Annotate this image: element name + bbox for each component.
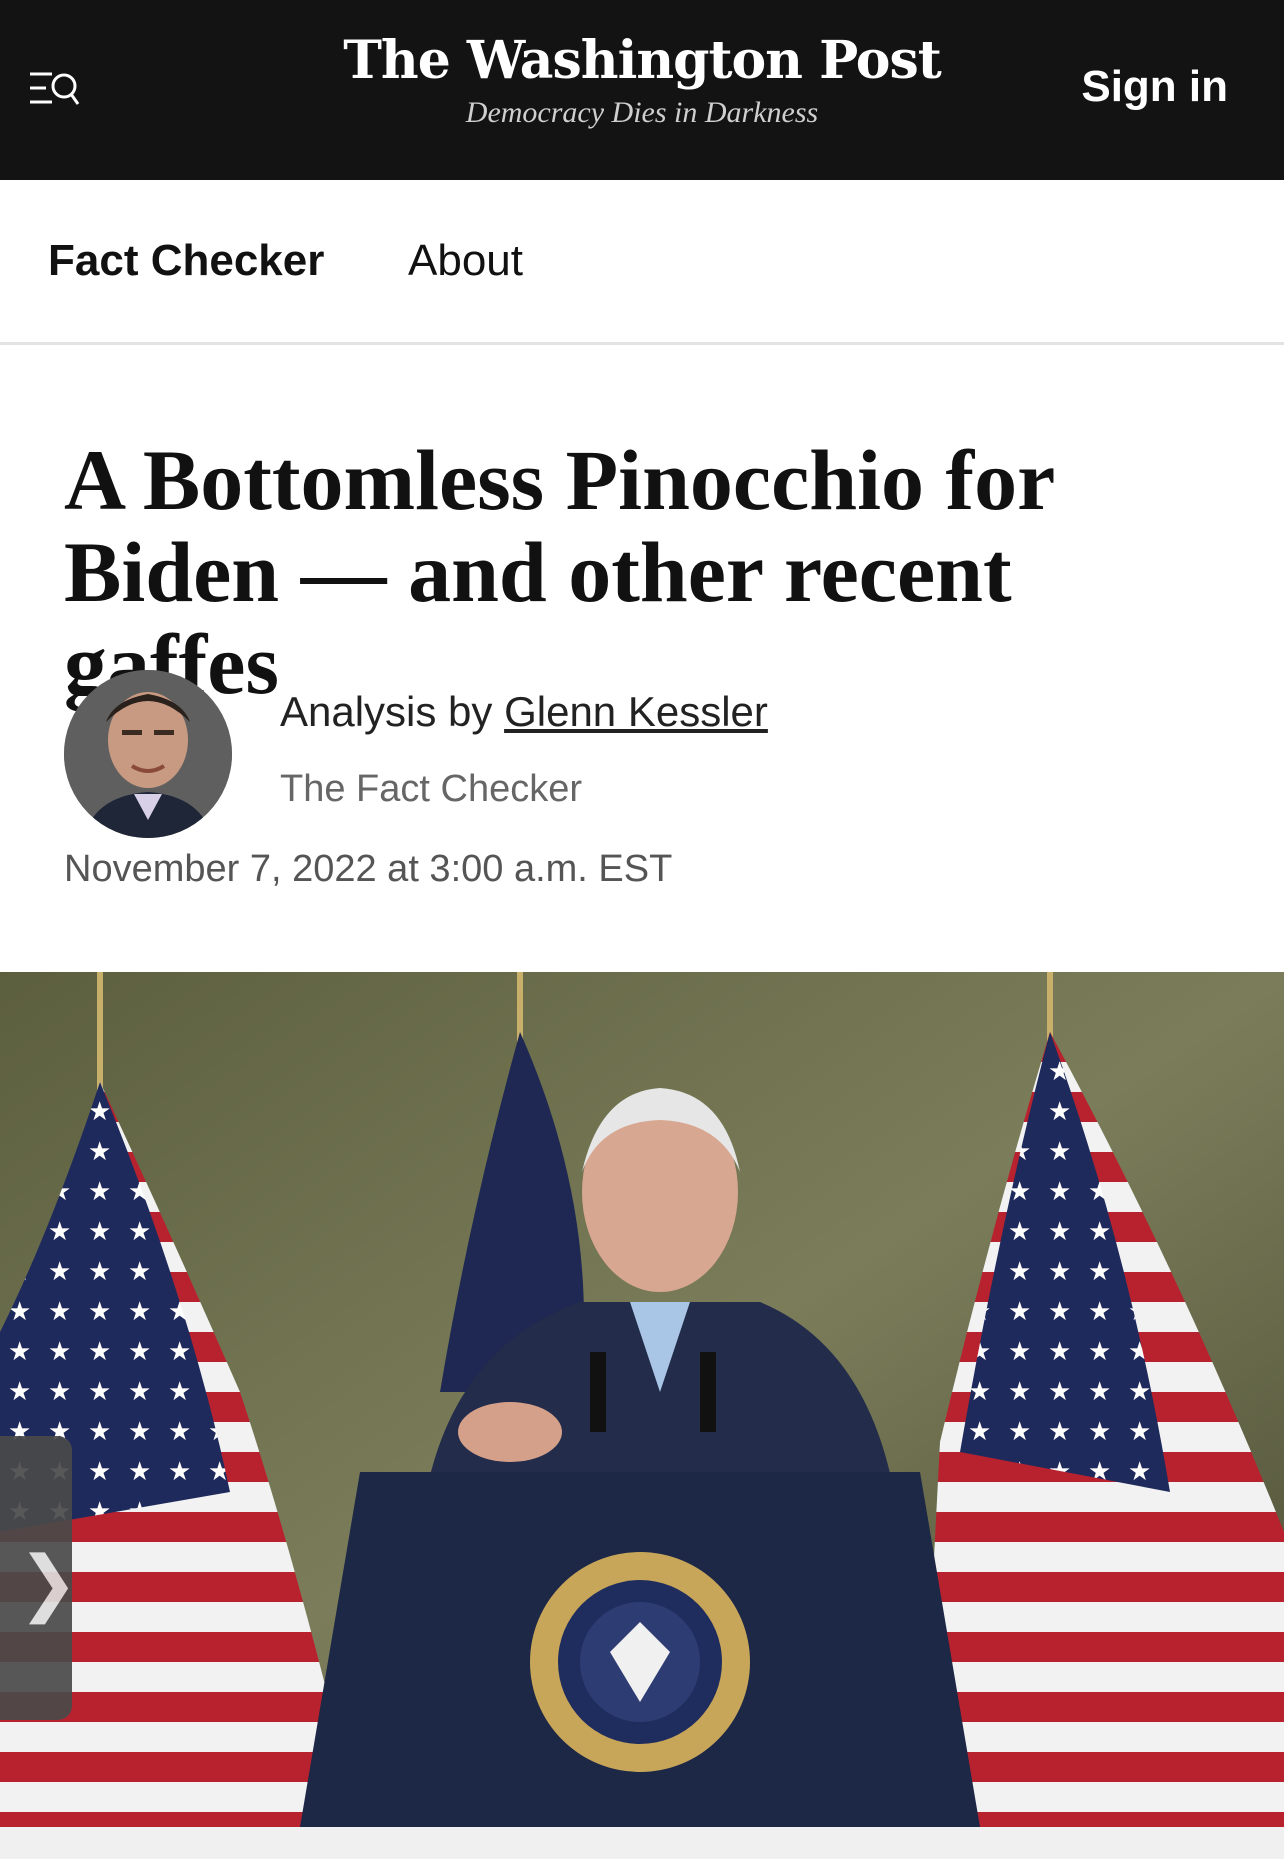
top-navigation-bar: The Washington Post Democracy Dies in Da… bbox=[0, 0, 1284, 180]
byline-prefix: Analysis by bbox=[280, 688, 493, 735]
column-name[interactable]: The Fact Checker bbox=[280, 768, 582, 811]
site-logo[interactable]: The Washington Post bbox=[340, 30, 944, 92]
masthead[interactable]: The Washington Post Democracy Dies in Da… bbox=[340, 30, 944, 130]
menu-search-icon[interactable] bbox=[28, 68, 80, 112]
hero-image[interactable]: ★ bbox=[0, 972, 1284, 1827]
sign-in-link[interactable]: Sign in bbox=[1081, 62, 1228, 112]
article-headline: A Bottomless Pinocchio for Biden — and o… bbox=[64, 432, 1054, 712]
author-link[interactable]: Glenn Kessler bbox=[504, 688, 768, 735]
site-tagline: Democracy Dies in Darkness bbox=[465, 96, 819, 129]
section-navigation: Fact Checker About bbox=[0, 180, 1284, 345]
byline: Analysis by Glenn Kessler bbox=[280, 688, 768, 736]
author-avatar[interactable] bbox=[64, 670, 232, 838]
caption-area bbox=[0, 1827, 1284, 1859]
about-link[interactable]: About bbox=[408, 236, 523, 286]
side-drawer-tab[interactable]: ❯ bbox=[0, 1436, 78, 1720]
section-title-fact-checker[interactable]: Fact Checker bbox=[48, 236, 324, 286]
chevron-right-icon: ❯ bbox=[18, 1540, 79, 1624]
publish-timestamp: November 7, 2022 at 3:00 a.m. EST bbox=[64, 848, 673, 890]
